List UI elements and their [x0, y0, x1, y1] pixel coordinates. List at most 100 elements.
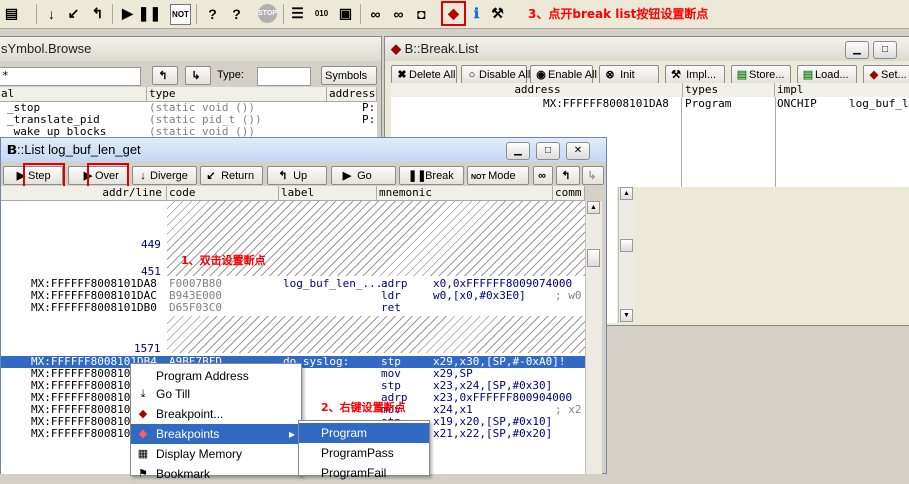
list-icon[interactable]: ▤	[2, 4, 21, 23]
menu-item-breakpoint[interactable]: ◆ Breakpoint...	[131, 404, 301, 424]
address[interactable]: MX:FFFFFF8008101DB0	[31, 302, 157, 314]
column-header-impl[interactable]: impl	[775, 83, 909, 98]
submenu-item-program[interactable]: Program	[299, 423, 429, 443]
mode-button[interactable]: NOT Mode	[467, 166, 529, 185]
menu-item-program-address[interactable]: Program Address	[131, 366, 301, 386]
info-icon[interactable]: ℹ	[467, 4, 486, 23]
column-header-addr-line[interactable]: addr/line	[1, 186, 167, 201]
highlight-box	[441, 1, 466, 26]
source-line-number: 1571	[134, 342, 161, 355]
symbols-button[interactable]: Symbols	[321, 66, 377, 85]
breakpoint-label: log_buf_le	[849, 97, 909, 110]
memory-icon: ▦	[137, 448, 149, 460]
memory-dump-icon[interactable]: 010	[312, 4, 331, 23]
breakpoint-type: Program	[685, 97, 732, 110]
init-button[interactable]: ⊗ Init	[599, 65, 659, 84]
column-divider	[681, 97, 682, 187]
vertical-scrollbar[interactable]: ▲	[585, 201, 602, 474]
bookmark-icon: ⚑	[138, 468, 148, 480]
menu-item-breakpoints[interactable]: ◆ Breakpoints ▸	[131, 424, 301, 444]
forward-button[interactable]: ↳	[582, 166, 604, 185]
scroll-thumb[interactable]	[587, 249, 600, 267]
wrench-icon[interactable]: ⚒	[488, 4, 507, 23]
column-header-code[interactable]: code	[167, 186, 279, 201]
chip-icon[interactable]: ▣	[336, 4, 355, 23]
help-icon[interactable]: ?	[203, 4, 222, 23]
back-button[interactable]: ↰	[152, 66, 178, 85]
annotation-step1: 1、双击设置断点	[181, 254, 266, 267]
go-till-icon: ⤓	[140, 388, 146, 400]
diverge-button[interactable]: ↓ Diverge	[132, 166, 197, 185]
break-icon[interactable]: ❚❚	[138, 4, 161, 23]
watch-icon[interactable]: ∞	[366, 4, 385, 23]
column-header-label[interactable]: label	[279, 186, 377, 201]
submenu-item-program-pass[interactable]: ProgramPass	[299, 443, 429, 463]
column-header-name[interactable]: al	[0, 87, 147, 102]
source-line-number: 449	[141, 238, 161, 251]
scroll-thumb[interactable]	[620, 239, 633, 252]
step-over-icon[interactable]: ↙	[64, 4, 83, 23]
column-header-comment[interactable]: comm	[553, 186, 585, 201]
column-divider	[775, 97, 776, 187]
view-icon[interactable]: ∞	[389, 4, 408, 23]
back-button[interactable]: ↰	[556, 166, 580, 185]
breakpoint-icon: ◆	[138, 408, 148, 420]
delete-all-button[interactable]: ✖ Delete All	[391, 65, 457, 84]
filter-input[interactable]: *	[0, 67, 141, 86]
toolbar-separator	[112, 4, 113, 24]
forward-button[interactable]: ↳	[185, 66, 211, 85]
window-title: sYmbol.Browse	[0, 37, 381, 61]
breakpoint-address[interactable]: MX:FFFFFF8008101DA8	[543, 98, 669, 110]
vertical-scrollbar[interactable]: ▲ ▼	[618, 187, 634, 323]
highlight-box-over	[87, 163, 129, 188]
store-button[interactable]: ▤ Store...	[731, 65, 791, 84]
type-input[interactable]	[257, 67, 311, 86]
close-button[interactable]: ✕	[566, 142, 590, 160]
column-header-types[interactable]: types	[683, 83, 775, 98]
set-button[interactable]: ◆ Set...	[863, 65, 909, 84]
watch-button[interactable]: ∞	[533, 166, 553, 185]
register-icon[interactable]: ☰	[288, 4, 307, 23]
scroll-up-icon[interactable]: ▲	[587, 201, 600, 214]
enable-all-button[interactable]: ◉ Enable All	[530, 65, 597, 84]
break-button[interactable]: ❚❚ Break	[399, 166, 464, 185]
disable-all-button[interactable]: ○ Disable All	[461, 65, 530, 84]
not-icon[interactable]: NOT	[170, 4, 191, 25]
column-header-type[interactable]: type	[147, 87, 327, 102]
source-hatch	[167, 316, 585, 353]
go-button[interactable]: ▶ Go	[331, 166, 396, 185]
breakpoints-icon: ◆	[138, 428, 148, 440]
go-icon[interactable]: ▶	[118, 4, 137, 23]
minimize-button[interactable]: ▁	[506, 142, 530, 160]
menu-item-display-memory[interactable]: ▦ Display Memory	[131, 444, 301, 464]
toolbar-separator	[196, 4, 197, 24]
mnemonic: ret	[381, 301, 401, 314]
minimize-button[interactable]: ▁	[845, 41, 869, 59]
impl-button[interactable]: ⚒ Impl...	[665, 65, 725, 84]
menu-item-bookmark[interactable]: ⚑ Bookmark	[131, 464, 301, 484]
return-button[interactable]: ↙ Return	[200, 166, 263, 185]
annotation-step3: 3、点开break list按钮设置断点	[528, 7, 709, 21]
highlight-box-step	[23, 163, 65, 188]
context-help-icon[interactable]: ?	[227, 4, 246, 23]
return-icon[interactable]: ↰	[88, 4, 107, 23]
column-header-mnemonic[interactable]: mnemonic	[377, 186, 553, 201]
step-into-icon[interactable]: ↓	[42, 4, 61, 23]
column-header-address[interactable]: address	[327, 87, 377, 102]
stop-icon[interactable]: STOP	[258, 4, 277, 23]
maximize-button[interactable]: □	[873, 41, 897, 59]
menu-item-go-till[interactable]: ⤓ Go Till	[131, 384, 301, 404]
var-watch-icon[interactable]: ◘	[412, 4, 431, 23]
load-button[interactable]: ▤ Load...	[797, 65, 857, 84]
toolbar-separator	[360, 4, 361, 24]
maximize-button[interactable]: □	[536, 142, 560, 160]
submenu-item-program-fail[interactable]: ProgramFail	[299, 463, 429, 483]
address[interactable]: MX:FFFFFF800810	[31, 428, 130, 440]
break-window-icon: ◆	[391, 41, 401, 56]
scroll-up-icon[interactable]: ▲	[620, 187, 633, 200]
opcode: D65F03C0	[169, 301, 222, 314]
comment: ; x2	[555, 403, 582, 416]
up-button[interactable]: ↰ Up	[267, 166, 327, 185]
scroll-down-icon[interactable]: ▼	[620, 309, 633, 322]
column-header-address[interactable]: address	[391, 83, 683, 98]
